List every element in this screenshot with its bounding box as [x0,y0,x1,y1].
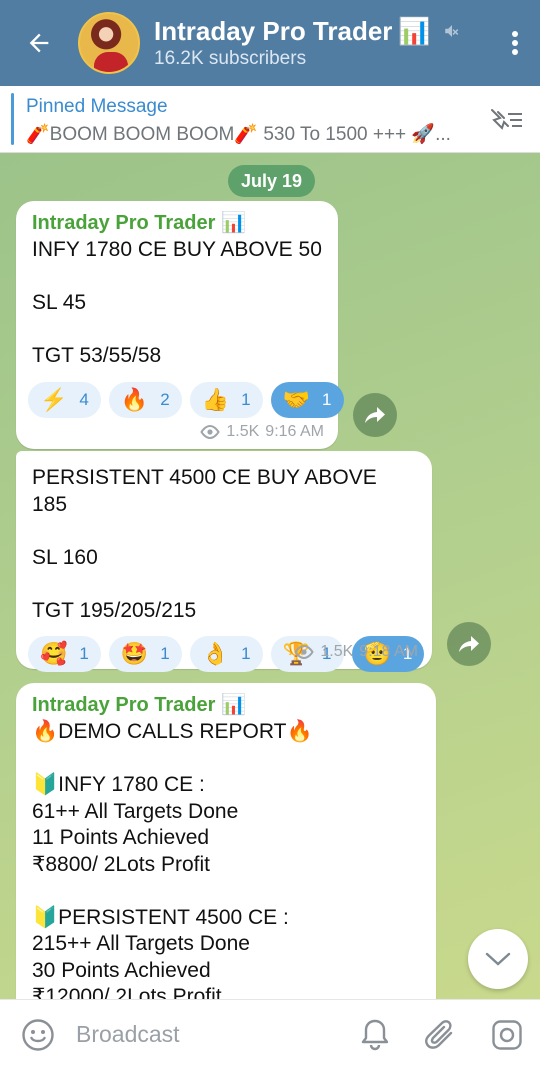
reaction-emoji: 👌 [201,641,230,666]
back-arrow-icon [29,33,49,53]
bar-chart-icon: 📊 [221,212,247,234]
reaction-emoji: 🔥 [120,386,149,412]
message-text: INFY 1780 CE BUY ABOVE 50 SL 45 TGT 53/5… [32,238,322,367]
message-time: 9:16 AM [265,423,324,440]
date-separator: July 19 [228,165,316,197]
subscriber-count: 16.2K subscribers [154,48,307,69]
reaction-chip[interactable]: 🥰 1 [28,636,101,672]
reaction-count: 2 [160,389,170,409]
scroll-down-button[interactable] [468,929,528,989]
more-vertical-icon [512,31,518,55]
message-bubble[interactable]: Intraday Pro Trader 📊 INFY 1780 CE BUY A… [16,201,344,449]
reaction-count: 4 [79,389,89,409]
more-menu-button[interactable] [490,0,540,86]
reaction-emoji: 🤩 [120,641,149,666]
view-count: 1.5K [320,643,354,660]
eye-icon [200,425,221,439]
pinned-message-bar[interactable]: Pinned Message 🧨BOOM BOOM BOOM🧨 530 To 1… [0,86,540,153]
message-sender: Intraday Pro Trader [32,694,216,716]
reaction-chip[interactable]: 🔥 2 [108,381,182,418]
camera-button[interactable] [474,1000,540,1069]
forward-button[interactable] [353,393,397,437]
paperclip-icon [425,1019,453,1049]
eye-icon [294,645,315,659]
message-text: PERSISTENT 4500 CE BUY ABOVE 185 SL 160 … [32,466,377,622]
broadcast-input[interactable]: Broadcast [76,1021,342,1048]
pinned-text: 🧨BOOM BOOM BOOM🧨 530 To 1500 +++ 🚀... [26,124,451,145]
bar-chart-icon: 📊 [221,694,247,716]
reaction-chip[interactable]: 👌 1 [189,636,263,672]
reactions-row: ⚡ 4 🔥 2 👍 1 🤝 1 [28,381,344,418]
message-bubble[interactable]: Intraday Pro Trader 📊 🔥DEMO CALLS REPORT… [16,683,436,999]
reaction-chip[interactable]: ⚡ 4 [28,381,101,418]
channel-avatar[interactable] [78,12,140,74]
chat-header: Intraday Pro Trader 📊 16.2K subscribers [0,0,540,86]
pin-list-icon[interactable] [488,106,524,132]
reaction-count: 1 [79,644,89,663]
muted-icon [445,25,459,37]
emoji-button[interactable] [0,1000,76,1069]
reaction-count: 1 [322,389,332,409]
reaction-emoji: 🥰 [40,641,68,666]
reaction-emoji: 👍 [201,386,230,412]
reaction-count: 1 [241,644,251,663]
message-text: 🔥DEMO CALLS REPORT🔥 🔰INFY 1780 CE : 61++… [32,720,313,999]
message-meta: 1.5K 9:16 AM [200,423,324,441]
attach-button[interactable] [408,1000,474,1069]
reaction-count: 1 [241,389,251,409]
notification-button[interactable] [342,1000,408,1069]
instagram-camera-icon [492,1019,522,1050]
message-time: 9:18 AM [359,643,418,660]
channel-info[interactable]: Intraday Pro Trader 📊 16.2K subscribers [154,16,490,70]
pinned-label: Pinned Message [26,96,168,117]
bar-chart-icon: 📊 [398,16,431,46]
reaction-chip[interactable]: 👍 1 [189,381,263,418]
back-button[interactable] [0,0,78,86]
pinned-indicator [11,93,14,145]
forward-button[interactable] [447,622,491,666]
message-sender: Intraday Pro Trader [32,212,216,234]
reaction-chip[interactable]: 🤩 1 [108,636,182,672]
share-arrow-icon [459,636,479,652]
smiley-icon [22,1018,54,1051]
reaction-emoji: 🤝 [282,386,311,412]
chevron-down-icon [485,952,511,966]
message-meta: 1.5K 9:18 AM [294,643,418,661]
message-bubble[interactable]: PERSISTENT 4500 CE BUY ABOVE 185 SL 160 … [16,451,432,672]
reaction-count: 1 [160,644,170,663]
view-count: 1.5K [226,423,260,440]
channel-title: Intraday Pro Trader [154,16,393,46]
reaction-emoji: ⚡ [40,386,68,412]
reaction-chip-selected[interactable]: 🤝 1 [270,381,344,418]
share-arrow-icon [365,407,385,423]
broadcast-bar: Broadcast [0,999,540,1069]
bell-icon [361,1019,389,1050]
chat-area[interactable]: July 19 Intraday Pro Trader 📊 INFY 1780 … [0,153,540,999]
